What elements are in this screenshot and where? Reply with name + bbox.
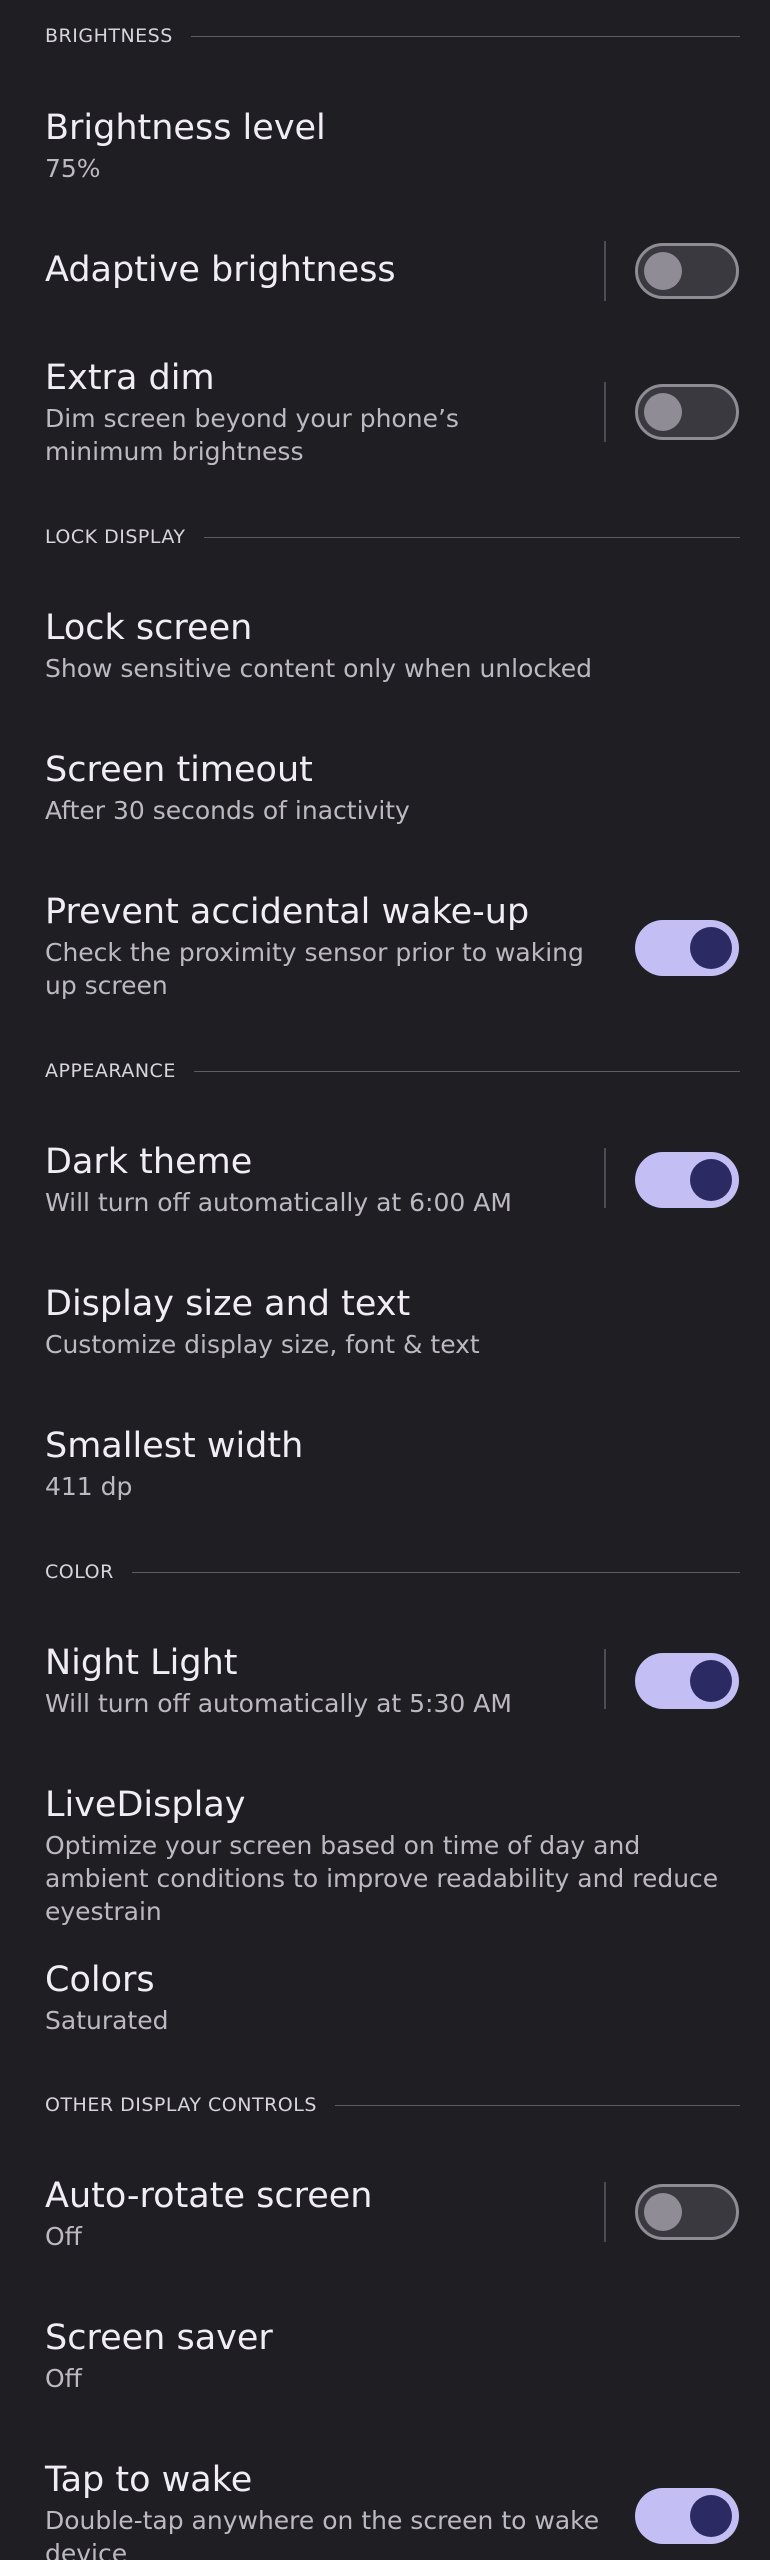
section-label: BRIGHTNESS [45, 25, 173, 47]
setting-summary: Dim screen beyond your phone’s minimum b… [45, 404, 459, 466]
setting-title: Brightness level [45, 108, 326, 148]
setting-summary: 75% [45, 154, 101, 183]
setting-screen-saver[interactable]: Screen saver Off [0, 2310, 770, 2410]
setting-extra-dim[interactable]: Extra dim Dim screen beyond your phone’s… [0, 352, 770, 477]
setting-tap-to-wake[interactable]: Tap to wake Double-tap anywhere on the s… [0, 2452, 770, 2560]
setting-title: Screen timeout [45, 750, 313, 790]
section-divider [131, 1571, 740, 1573]
section-header-color: COLOR [45, 1557, 740, 1587]
setting-title: Prevent accidental wake-up [45, 892, 530, 932]
setting-title: LiveDisplay [45, 1785, 246, 1825]
section-label: OTHER DISPLAY CONTROLS [45, 2094, 317, 2116]
setting-prevent-accidental-wakeup[interactable]: Prevent accidental wake-up Check the pro… [0, 884, 770, 1009]
night-light-switch[interactable] [635, 1653, 739, 1709]
setting-title: Display size and text [45, 1284, 411, 1324]
setting-title: Extra dim [45, 358, 215, 398]
section-header-other-display-controls: OTHER DISPLAY CONTROLS [45, 2090, 740, 2120]
adaptive-brightness-switch[interactable] [635, 243, 739, 299]
prevent-wakeup-switch[interactable] [635, 920, 739, 976]
section-divider [334, 2104, 740, 2106]
switch-thumb [690, 1159, 732, 1201]
auto-rotate-switch[interactable] [635, 2184, 739, 2240]
section-divider [190, 35, 740, 37]
section-label: APPEARANCE [45, 1060, 176, 1082]
section-header-brightness: BRIGHTNESS [45, 21, 740, 51]
section-divider [203, 536, 740, 538]
setting-screen-timeout[interactable]: Screen timeout After 30 seconds of inact… [0, 742, 770, 842]
setting-title: Dark theme [45, 1142, 253, 1182]
switch-thumb [644, 2193, 682, 2231]
switch-thumb [690, 2495, 732, 2537]
section-divider [193, 1070, 740, 1072]
setting-title: Lock screen [45, 608, 253, 648]
setting-title: Screen saver [45, 2318, 273, 2358]
setting-summary: Will turn off automatically at 6:00 AM [45, 1188, 512, 1217]
section-header-appearance: APPEARANCE [45, 1056, 740, 1086]
setting-title: Adaptive brightness [45, 250, 396, 290]
setting-summary: Customize display size, font & text [45, 1330, 480, 1359]
setting-summary: 411 dp [45, 1472, 133, 1501]
dark-theme-switch[interactable] [635, 1152, 739, 1208]
vertical-divider [604, 2182, 606, 2242]
switch-thumb [644, 252, 682, 290]
setting-summary: Double-tap anywhere on the screen to wak… [45, 2506, 600, 2560]
setting-display-size-and-text[interactable]: Display size and text Customize display … [0, 1276, 770, 1376]
section-label: COLOR [45, 1561, 114, 1583]
setting-summary: Off [45, 2222, 82, 2251]
setting-title: Smallest width [45, 1426, 304, 1466]
vertical-divider [604, 382, 606, 442]
vertical-divider [604, 241, 606, 301]
setting-title: Auto-rotate screen [45, 2176, 373, 2216]
setting-night-light[interactable]: Night Light Will turn off automatically … [0, 1635, 770, 1735]
setting-summary: Optimize your screen based on time of da… [45, 1831, 719, 1926]
setting-colors[interactable]: Colors Saturated [0, 1952, 770, 2052]
section-label: LOCK DISPLAY [45, 526, 186, 548]
setting-lock-screen[interactable]: Lock screen Show sensitive content only … [0, 600, 770, 700]
setting-dark-theme[interactable]: Dark theme Will turn off automatically a… [0, 1134, 770, 1234]
switch-thumb [644, 393, 682, 431]
setting-adaptive-brightness[interactable]: Adaptive brightness [0, 230, 770, 310]
switch-thumb [690, 1660, 732, 1702]
setting-summary: Show sensitive content only when unlocke… [45, 654, 592, 683]
setting-summary: Off [45, 2364, 82, 2393]
setting-smallest-width[interactable]: Smallest width 411 dp [0, 1418, 770, 1518]
section-header-lock-display: LOCK DISPLAY [45, 522, 740, 552]
setting-title: Colors [45, 1960, 155, 2000]
setting-brightness-level[interactable]: Brightness level 75% [0, 100, 770, 200]
tap-to-wake-switch[interactable] [635, 2488, 739, 2544]
setting-auto-rotate-screen[interactable]: Auto-rotate screen Off [0, 2168, 770, 2268]
setting-title: Tap to wake [45, 2460, 253, 2500]
switch-thumb [690, 927, 732, 969]
setting-summary: Saturated [45, 2006, 169, 2035]
setting-summary: Will turn off automatically at 5:30 AM [45, 1689, 512, 1718]
vertical-divider [604, 1649, 606, 1709]
setting-title: Night Light [45, 1643, 238, 1683]
setting-summary: After 30 seconds of inactivity [45, 796, 410, 825]
vertical-divider [604, 1148, 606, 1208]
setting-summary: Check the proximity sensor prior to waki… [45, 938, 584, 1000]
extra-dim-switch[interactable] [635, 384, 739, 440]
setting-livedisplay[interactable]: LiveDisplay Optimize your screen based o… [0, 1777, 770, 1926]
